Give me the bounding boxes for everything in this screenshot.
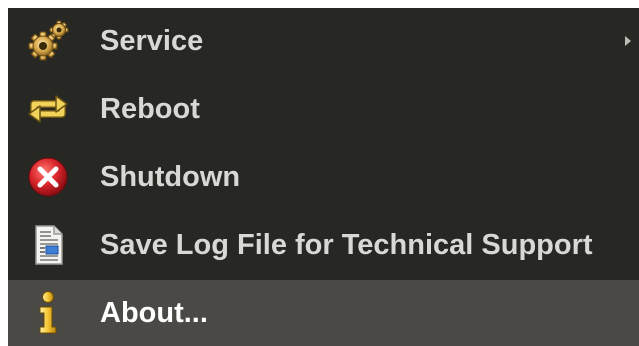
log-file-icon [24, 221, 72, 269]
menu-item-label: About... [100, 296, 208, 329]
menu-item-about[interactable]: About... [8, 280, 639, 346]
menu-item-service[interactable]: Service [8, 8, 639, 74]
submenu-arrow-icon [625, 36, 631, 46]
menu-item-save-log[interactable]: Save Log File for Technical Support [8, 212, 639, 278]
reboot-arrows-icon [24, 85, 72, 133]
window-top-edge [0, 0, 639, 8]
shutdown-x-icon [24, 153, 72, 201]
gears-icon [24, 17, 72, 65]
menu-item-label: Save Log File for Technical Support [100, 228, 593, 261]
menu-item-label: Reboot [100, 92, 200, 125]
info-icon [24, 289, 72, 337]
menu-item-label: Service [100, 24, 204, 57]
context-menu: Service Reboot Shutdown Save Log File fo… [8, 8, 639, 346]
menu-item-label: Shutdown [100, 160, 241, 193]
menu-item-shutdown[interactable]: Shutdown [8, 144, 639, 210]
menu-item-reboot[interactable]: Reboot [8, 76, 639, 142]
